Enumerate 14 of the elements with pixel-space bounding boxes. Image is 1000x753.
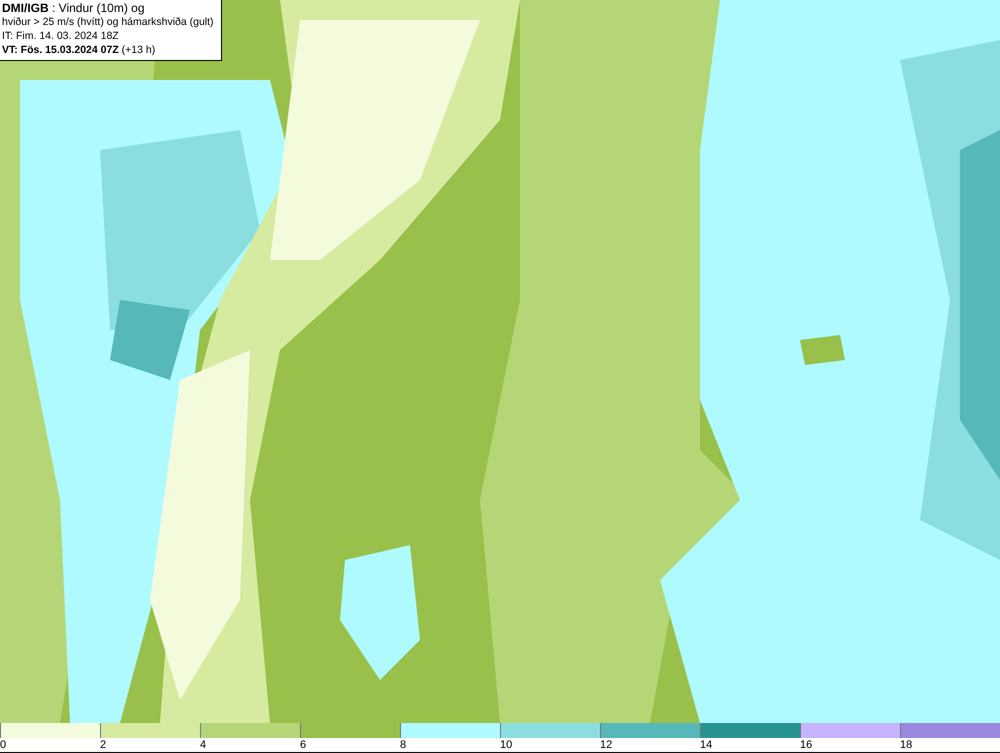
title-text: VT: Fös. 15.03.2024 07Z (+13 h) [2, 43, 156, 57]
legend-label: 16 [800, 738, 812, 752]
legend-label: 0 [0, 738, 6, 752]
legend-label: 2 [100, 738, 106, 752]
title-text: DMI/IGB : Vindur (10m) og [2, 1, 146, 15]
title-text: IT: Fim. 14. 03. 2024 18Z [2, 29, 120, 43]
legend-label: 10 [500, 738, 512, 752]
legend-label: 14 [700, 738, 712, 752]
legend-label: 18 [900, 738, 912, 752]
legend-label: 12 [600, 738, 612, 752]
legend-label: 4 [200, 738, 206, 752]
legend-label: 6 [300, 738, 306, 752]
legend-label: 8 [400, 738, 406, 752]
title-text: hviður > 25 m/s (hvítt) og hámarkshviða (gult) [2, 15, 215, 29]
